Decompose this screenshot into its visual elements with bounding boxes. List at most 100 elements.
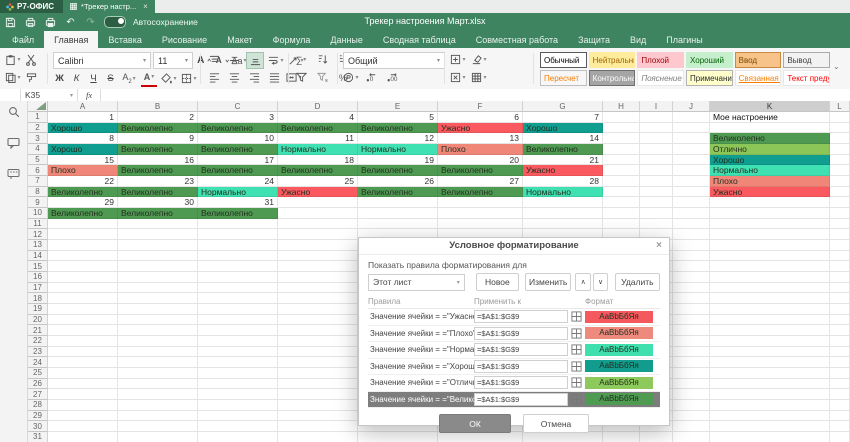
grid-cell[interactable] [198,240,278,251]
menu-tab-данные[interactable]: Данные [320,31,373,48]
new-rule-button[interactable]: Новое [476,273,520,291]
quick-print-icon[interactable] [44,16,57,29]
grid-cell[interactable] [710,347,830,358]
insert-cells-icon[interactable] [450,52,466,67]
grid-cell[interactable] [603,219,640,230]
grid-cell[interactable] [48,272,118,283]
grid-cell[interactable] [830,208,850,219]
col-header-g[interactable]: G [523,101,603,112]
grid-cell[interactable] [673,144,710,155]
grid-cell[interactable] [118,368,198,379]
grid-cell[interactable] [830,155,850,166]
grid-cell[interactable] [278,283,358,294]
grid-cell[interactable] [198,347,278,358]
grid-cell[interactable] [830,315,850,326]
grid-cell[interactable] [118,251,198,262]
grid-cell[interactable] [118,315,198,326]
copy-style-icon[interactable] [23,70,39,85]
row-header-16[interactable]: 16 [28,272,48,283]
select-range-icon[interactable] [571,377,582,388]
row-header-8[interactable]: 8 [28,187,48,198]
grid-cell[interactable] [710,251,830,262]
menu-tab-макет[interactable]: Макет [217,31,262,48]
grid-cell[interactable]: Великолепно [198,144,278,155]
row-header-15[interactable]: 15 [28,261,48,272]
bold-button[interactable]: Ж [53,73,66,84]
grid-cell[interactable] [198,432,278,442]
grid-cell[interactable] [278,251,358,262]
grid-cell[interactable] [118,219,198,230]
grid-cell[interactable] [673,421,710,432]
grid-cell[interactable] [640,123,673,134]
cf-rule-row[interactable]: Значение ячейки = ="Хорошо"=$A$1:$G$9AaB… [368,359,660,376]
grid-cell[interactable]: Великолепно [358,165,438,176]
grid-cell[interactable]: Плохо [48,165,118,176]
rules-scope-select[interactable]: Этот лист▾ [368,274,465,291]
grid-cell[interactable]: Нормально [358,144,438,155]
row-header-1[interactable]: 1 [28,112,48,123]
grid-cell[interactable] [710,229,830,240]
grid-cell[interactable] [673,165,710,176]
close-tab-icon[interactable]: × [143,2,148,11]
underline-button[interactable]: Ч [87,73,100,84]
grid-cell[interactable] [278,347,358,358]
grid-cell[interactable]: 14 [523,133,603,144]
grid-cell[interactable] [673,112,710,123]
row-header-22[interactable]: 22 [28,336,48,347]
grid-cell[interactable] [198,379,278,390]
cf-rule-range-input[interactable]: =$A$1:$G$9 [474,343,568,356]
row-header-13[interactable]: 13 [28,240,48,251]
grid-cell[interactable] [278,336,358,347]
grid-cell[interactable] [278,272,358,283]
search-icon[interactable] [8,105,20,123]
grid-cell[interactable] [673,229,710,240]
grid-cell[interactable] [830,293,850,304]
grid-cell[interactable] [710,208,830,219]
grid-cell[interactable]: 18 [278,155,358,166]
col-header-h[interactable]: H [603,101,640,112]
align-bottom-icon[interactable] [246,52,264,69]
select-range-icon[interactable] [571,394,582,405]
grid-cell[interactable] [673,219,710,230]
style-chip[interactable]: Вывод [783,52,830,68]
grid-cell[interactable] [673,176,710,187]
grid-cell[interactable] [278,304,358,315]
undo-icon[interactable]: ↶ [64,16,77,29]
grid-cell[interactable]: 11 [278,133,358,144]
grid-cell[interactable] [278,389,358,400]
grid-cell[interactable]: Ужасно [278,187,358,198]
grid-cell[interactable]: Великолепно [523,144,603,155]
grid-cell[interactable] [48,368,118,379]
style-chip[interactable]: Пересчет [540,70,587,86]
comments-icon[interactable] [7,136,20,154]
grid-cell[interactable] [48,315,118,326]
grid-cell[interactable]: Мое настроение [710,112,830,123]
cf-rule-row[interactable]: Значение ячейки = ="Великолепно"=$A$1:$G… [368,392,660,409]
grid-cell[interactable] [830,283,850,294]
style-chip[interactable]: Ввод [735,52,782,68]
grid-cell[interactable] [48,240,118,251]
grid-cell[interactable]: Великолепно [358,123,438,134]
align-middle-icon[interactable] [226,53,242,68]
grid-cell[interactable]: Великолепно [118,144,198,155]
grid-cell[interactable] [48,400,118,411]
grid-cell[interactable] [118,325,198,336]
grid-cell[interactable] [198,421,278,432]
style-chip[interactable]: Контрольная ячейка [589,70,636,86]
grid-cell[interactable] [523,208,603,219]
grid-cell[interactable] [438,432,523,442]
grid-cell[interactable] [830,144,850,155]
grid-cell[interactable] [640,208,673,219]
grid-cell[interactable] [523,432,603,442]
grid-cell[interactable]: 29 [48,197,118,208]
borders-icon[interactable] [181,71,197,86]
grid-cell[interactable] [358,208,438,219]
grid-cell[interactable] [198,400,278,411]
grid-cell[interactable]: 4 [278,112,358,123]
grid-cell[interactable] [603,112,640,123]
ok-button[interactable]: ОК [439,414,511,433]
row-header-26[interactable]: 26 [28,379,48,390]
menu-tab-файл[interactable]: Файл [2,31,44,48]
grid-cell[interactable] [640,155,673,166]
grid-cell[interactable]: 9 [118,133,198,144]
